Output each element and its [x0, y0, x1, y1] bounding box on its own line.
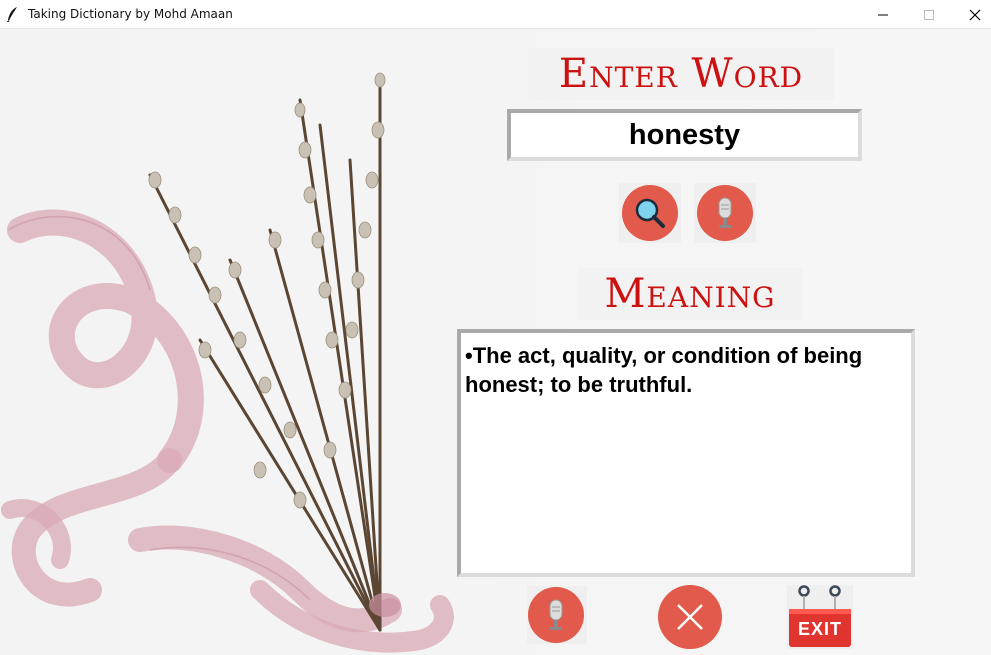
speak-meaning-button[interactable] — [528, 587, 584, 643]
meaning-heading: Meaning — [578, 268, 802, 320]
search-button[interactable] — [622, 185, 678, 241]
microphone-icon — [718, 197, 732, 228]
maximize-icon — [924, 9, 934, 20]
enter-word-heading: Enter Word — [528, 48, 834, 100]
word-input[interactable] — [507, 109, 862, 161]
exit-button[interactable]: EXIT — [788, 585, 852, 649]
close-icon — [677, 604, 703, 630]
title-bar: Taking Dictionary by Mohd Amaan — [0, 0, 991, 29]
clear-button[interactable] — [658, 585, 722, 649]
voice-input-button[interactable] — [697, 185, 753, 241]
close-icon — [969, 9, 981, 20]
microphone-icon — [549, 599, 563, 630]
minimize-icon — [878, 14, 888, 15]
exit-label: EXIT — [797, 619, 842, 639]
minimize-button[interactable] — [860, 0, 906, 29]
magnifier-icon — [635, 198, 665, 228]
meaning-textbox[interactable]: •The act, quality, or condition of being… — [457, 329, 915, 577]
feather-icon — [6, 7, 17, 22]
window-title: Taking Dictionary by Mohd Amaan — [28, 7, 233, 21]
maximize-button[interactable] — [906, 0, 952, 29]
close-window-button[interactable] — [952, 0, 991, 29]
